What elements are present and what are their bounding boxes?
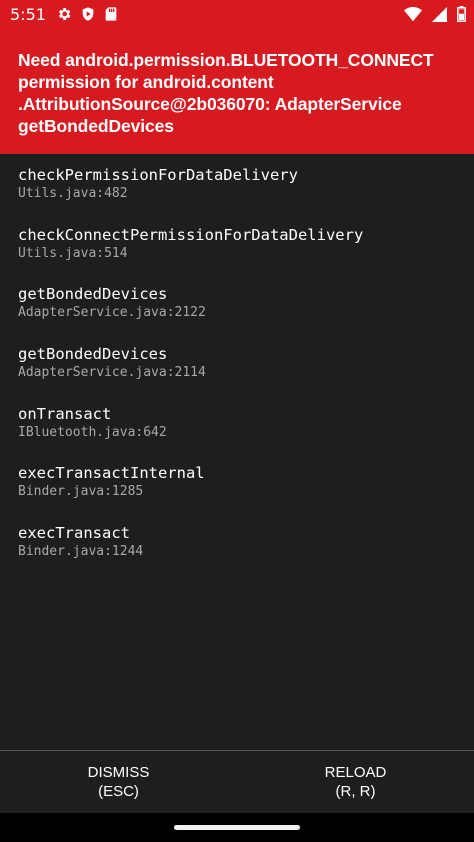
frame-location: AdapterService.java:2114 — [18, 365, 206, 381]
play-protect-icon — [80, 6, 96, 22]
home-gesture-handle[interactable] — [174, 825, 300, 830]
frame-location: AdapterService.java:2122 — [18, 305, 206, 321]
reload-shortcut: (R, R) — [335, 783, 376, 800]
stack-frame[interactable]: getBondedDevices AdapterService.java:212… — [0, 284, 474, 344]
frame-method: onTransact — [18, 404, 112, 423]
stack-frame[interactable]: execTransact Binder.java:1244 — [0, 523, 474, 583]
error-message: Need android.permission.BLUETOOTH_CONNEC… — [18, 50, 434, 136]
reload-label: RELOAD — [324, 764, 387, 781]
dismiss-shortcut: (ESC) — [98, 783, 139, 800]
frame-location: Binder.java:1285 — [18, 484, 144, 500]
frame-method: execTransact — [18, 524, 130, 543]
frame-method: getBondedDevices — [18, 285, 168, 304]
status-bar: 5:51 — [0, 0, 474, 28]
frame-method: checkConnectPermissionForDataDelivery — [18, 225, 364, 244]
sd-card-icon — [104, 6, 118, 22]
stack-frame[interactable]: checkPermissionForDataDelivery Utils.jav… — [0, 165, 474, 225]
dismiss-button[interactable]: DISMISS (ESC) — [0, 751, 237, 813]
reload-button[interactable]: RELOAD (R, R) — [237, 751, 474, 813]
notification-icons — [56, 6, 118, 22]
gear-icon — [56, 6, 72, 22]
stack-frame[interactable]: checkConnectPermissionForDataDelivery Ut… — [0, 225, 474, 285]
footer-actions: DISMISS (ESC) RELOAD (R, R) — [0, 750, 474, 813]
cellular-signal-icon — [432, 6, 447, 22]
frame-method: getBondedDevices — [18, 345, 168, 364]
error-header: Need android.permission.BLUETOOTH_CONNEC… — [0, 28, 474, 154]
dismiss-label: DISMISS — [87, 764, 150, 781]
frame-location: IBluetooth.java:642 — [18, 424, 167, 440]
stack-frame[interactable]: onTransact IBluetooth.java:642 — [0, 404, 474, 464]
stack-frame[interactable]: execTransactInternal Binder.java:1285 — [0, 463, 474, 523]
frame-method: checkPermissionForDataDelivery — [18, 166, 298, 184]
battery-icon — [457, 6, 466, 22]
frame-location: Utils.java:482 — [18, 186, 128, 201]
system-icons — [404, 6, 466, 22]
status-time: 5:51 — [10, 4, 46, 24]
frame-location: Utils.java:514 — [18, 245, 128, 261]
frame-location: Binder.java:1244 — [18, 544, 144, 560]
wifi-icon — [404, 6, 422, 22]
navigation-bar — [0, 813, 474, 842]
stack-trace-list[interactable]: checkPermissionForDataDelivery Utils.jav… — [0, 154, 474, 750]
frame-method: execTransactInternal — [18, 464, 205, 483]
stack-frame[interactable]: getBondedDevices AdapterService.java:211… — [0, 344, 474, 404]
